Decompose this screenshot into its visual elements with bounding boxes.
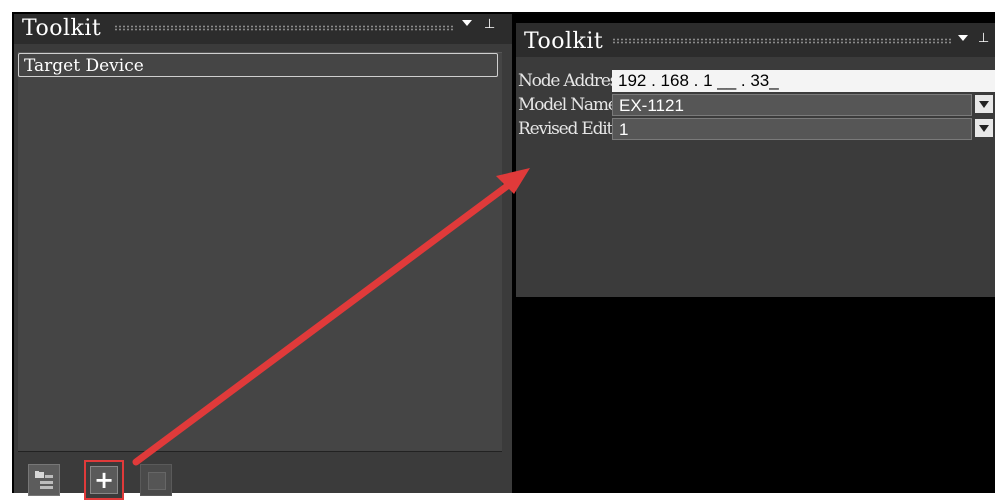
annotation-arrow xyxy=(132,168,530,466)
